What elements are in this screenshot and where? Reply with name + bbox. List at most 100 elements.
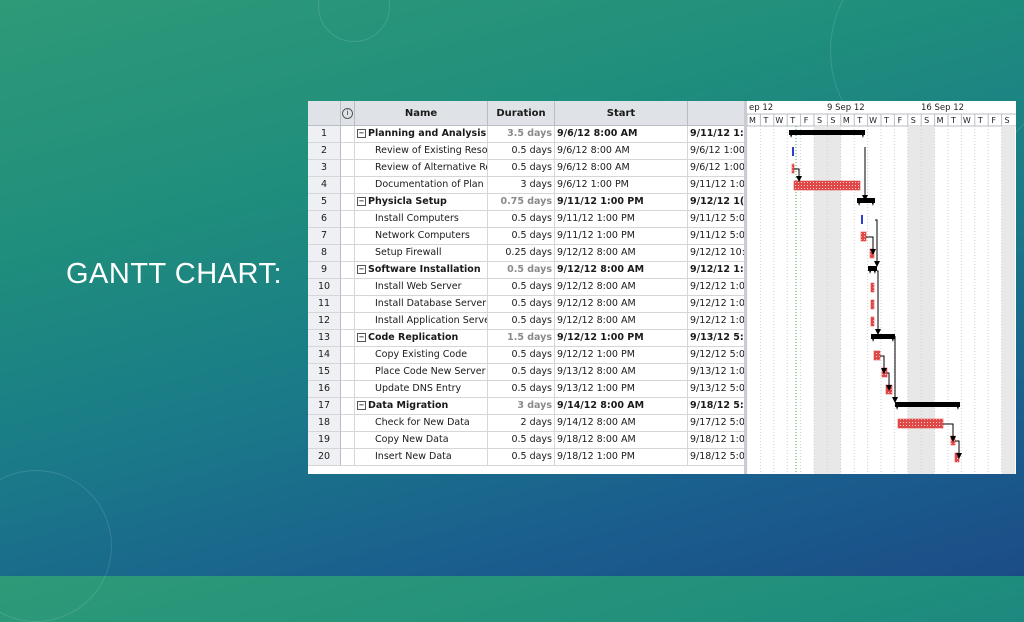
start-cell[interactable]: 9/14/12 8:00 AM [555, 398, 688, 415]
start-cell[interactable]: 9/12/12 8:00 AM [555, 262, 688, 279]
start-cell[interactable]: 9/11/12 1:00 PM [555, 211, 688, 228]
table-row[interactable]: 20 Insert New Data 0.5 days 9/18/12 1:00 PM… [308, 449, 746, 466]
header-name[interactable]: Name [355, 101, 488, 126]
finish-cell[interactable]: 9/12/12 10: [688, 245, 746, 262]
finish-cell[interactable]: 9/18/12 5:0 [688, 449, 746, 466]
name-cell[interactable]: − Physicla Setup [355, 194, 488, 211]
finish-cell[interactable]: 9/18/12 1:0 [688, 432, 746, 449]
row-id[interactable]: 19 [308, 432, 341, 449]
finish-cell[interactable]: 9/11/12 1:0 [688, 177, 746, 194]
duration-cell[interactable]: 1.5 days [488, 330, 555, 347]
table-row[interactable]: 4 Documentation of Plan 3 days 9/6/12 1:00 … [308, 177, 746, 194]
row-id[interactable]: 13 [308, 330, 341, 347]
collapse-toggle-icon[interactable]: − [357, 401, 366, 410]
table-row[interactable]: 14 Copy Existing Code 0.5 days 9/12/12 1:00… [308, 347, 746, 364]
row-id[interactable]: 6 [308, 211, 341, 228]
name-cell[interactable]: Place Code New Server [355, 364, 488, 381]
name-cell[interactable]: Copy Existing Code [355, 347, 488, 364]
table-row[interactable]: 15 Place Code New Server 0.5 days 9/13/12 8… [308, 364, 746, 381]
start-cell[interactable]: 9/12/12 8:00 AM [555, 279, 688, 296]
duration-cell[interactable]: 0.5 days [488, 347, 555, 364]
table-row[interactable]: 6 Install Computers 0.5 days 9/11/12 1:00 P… [308, 211, 746, 228]
name-cell[interactable]: Install Application Server [355, 313, 488, 330]
start-cell[interactable]: 9/14/12 8:00 AM [555, 415, 688, 432]
finish-cell[interactable]: 9/12/12 5:0 [688, 347, 746, 364]
row-id[interactable]: 12 [308, 313, 341, 330]
table-row[interactable]: 8 Setup Firewall 0.25 days 9/12/12 8:00 AM 9… [308, 245, 746, 262]
duration-cell[interactable]: 0.5 days [488, 279, 555, 296]
duration-cell[interactable]: 0.5 days [488, 160, 555, 177]
name-cell[interactable]: Setup Firewall [355, 245, 488, 262]
row-id[interactable]: 5 [308, 194, 341, 211]
name-cell[interactable]: Install Computers [355, 211, 488, 228]
finish-cell[interactable]: 9/13/12 5:0 [688, 381, 746, 398]
start-cell[interactable]: 9/12/12 8:00 AM [555, 313, 688, 330]
duration-cell[interactable]: 0.5 days [488, 262, 555, 279]
finish-cell[interactable]: 9/6/12 1:00 [688, 143, 746, 160]
row-id[interactable]: 11 [308, 296, 341, 313]
start-cell[interactable]: 9/18/12 8:00 AM [555, 432, 688, 449]
name-cell[interactable]: − Code Replication [355, 330, 488, 347]
name-cell[interactable]: Review of Alternative Reso [355, 160, 488, 177]
table-row[interactable]: 19 Copy New Data 0.5 days 9/18/12 8:00 AM 9/… [308, 432, 746, 449]
start-cell[interactable]: 9/18/12 1:00 PM [555, 449, 688, 466]
table-row[interactable]: 10 Install Web Server 0.5 days 9/12/12 8:00… [308, 279, 746, 296]
duration-cell[interactable]: 2 days [488, 415, 555, 432]
start-cell[interactable]: 9/11/12 1:00 PM [555, 228, 688, 245]
row-id[interactable]: 1 [308, 126, 341, 143]
finish-cell[interactable]: 9/12/12 1: [688, 262, 746, 279]
finish-cell[interactable]: 9/6/12 1:00 [688, 160, 746, 177]
table-row[interactable]: 18 Check for New Data 2 days 9/14/12 8:00 A… [308, 415, 746, 432]
collapse-toggle-icon[interactable]: − [357, 333, 366, 342]
row-id[interactable]: 7 [308, 228, 341, 245]
duration-cell[interactable]: 0.25 days [488, 245, 555, 262]
table-row[interactable]: 5− Physicla Setup 0.75 days 9/11/12 1:00 PM… [308, 194, 746, 211]
row-id[interactable]: 3 [308, 160, 341, 177]
start-cell[interactable]: 9/12/12 8:00 AM [555, 296, 688, 313]
finish-cell[interactable]: 9/12/12 1( [688, 194, 746, 211]
table-row[interactable]: 7 Network Computers 0.5 days 9/11/12 1:00 P… [308, 228, 746, 245]
finish-cell[interactable]: 9/13/12 5: [688, 330, 746, 347]
table-row[interactable]: 3 Review of Alternative Reso0.5 days 9/6/1… [308, 160, 746, 177]
duration-cell[interactable]: 3 days [488, 177, 555, 194]
collapse-toggle-icon[interactable]: − [357, 197, 366, 206]
name-cell[interactable]: Check for New Data [355, 415, 488, 432]
duration-cell[interactable]: 0.5 days [488, 228, 555, 245]
name-cell[interactable]: Copy New Data [355, 432, 488, 449]
start-cell[interactable]: 9/13/12 8:00 AM [555, 364, 688, 381]
table-row[interactable]: 17− Data Migration 3 days 9/14/12 8:00 AM 9/… [308, 398, 746, 415]
table-row[interactable]: 12 Install Application Server 0.5 days 9/12… [308, 313, 746, 330]
table-row[interactable]: 16 Update DNS Entry 0.5 days 9/13/12 1:00 P… [308, 381, 746, 398]
name-cell[interactable]: − Planning and Analysis [355, 126, 488, 143]
finish-cell[interactable]: 9/12/12 1:0 [688, 296, 746, 313]
duration-cell[interactable]: 0.5 days [488, 211, 555, 228]
row-id[interactable]: 2 [308, 143, 341, 160]
start-cell[interactable]: 9/6/12 1:00 PM [555, 177, 688, 194]
row-id[interactable]: 14 [308, 347, 341, 364]
duration-cell[interactable]: 0.5 days [488, 143, 555, 160]
table-row[interactable]: 9− Software Installation 0.5 days 9/12/12 8… [308, 262, 746, 279]
duration-cell[interactable]: 3 days [488, 398, 555, 415]
finish-cell[interactable]: 9/12/12 1:0 [688, 313, 746, 330]
start-cell[interactable]: 9/12/12 8:00 AM [555, 245, 688, 262]
duration-cell[interactable]: 0.5 days [488, 296, 555, 313]
start-cell[interactable]: 9/11/12 1:00 PM [555, 194, 688, 211]
duration-cell[interactable]: 0.5 days [488, 432, 555, 449]
duration-cell[interactable]: 0.5 days [488, 449, 555, 466]
row-id[interactable]: 9 [308, 262, 341, 279]
duration-cell[interactable]: 0.5 days [488, 381, 555, 398]
finish-cell[interactable]: 9/13/12 1:0 [688, 364, 746, 381]
finish-cell[interactable]: 9/11/12 5:0 [688, 211, 746, 228]
finish-cell[interactable]: 9/18/12 5: [688, 398, 746, 415]
collapse-toggle-icon[interactable]: − [357, 129, 366, 138]
row-id[interactable]: 15 [308, 364, 341, 381]
finish-cell[interactable]: 9/12/12 1:0 [688, 279, 746, 296]
start-cell[interactable]: 9/6/12 8:00 AM [555, 143, 688, 160]
name-cell[interactable]: Network Computers [355, 228, 488, 245]
collapse-toggle-icon[interactable]: − [357, 265, 366, 274]
row-id[interactable]: 18 [308, 415, 341, 432]
start-cell[interactable]: 9/12/12 1:00 PM [555, 347, 688, 364]
finish-cell[interactable]: 9/17/12 5:0 [688, 415, 746, 432]
row-id[interactable]: 20 [308, 449, 341, 466]
name-cell[interactable]: Review of Existing Resourc [355, 143, 488, 160]
